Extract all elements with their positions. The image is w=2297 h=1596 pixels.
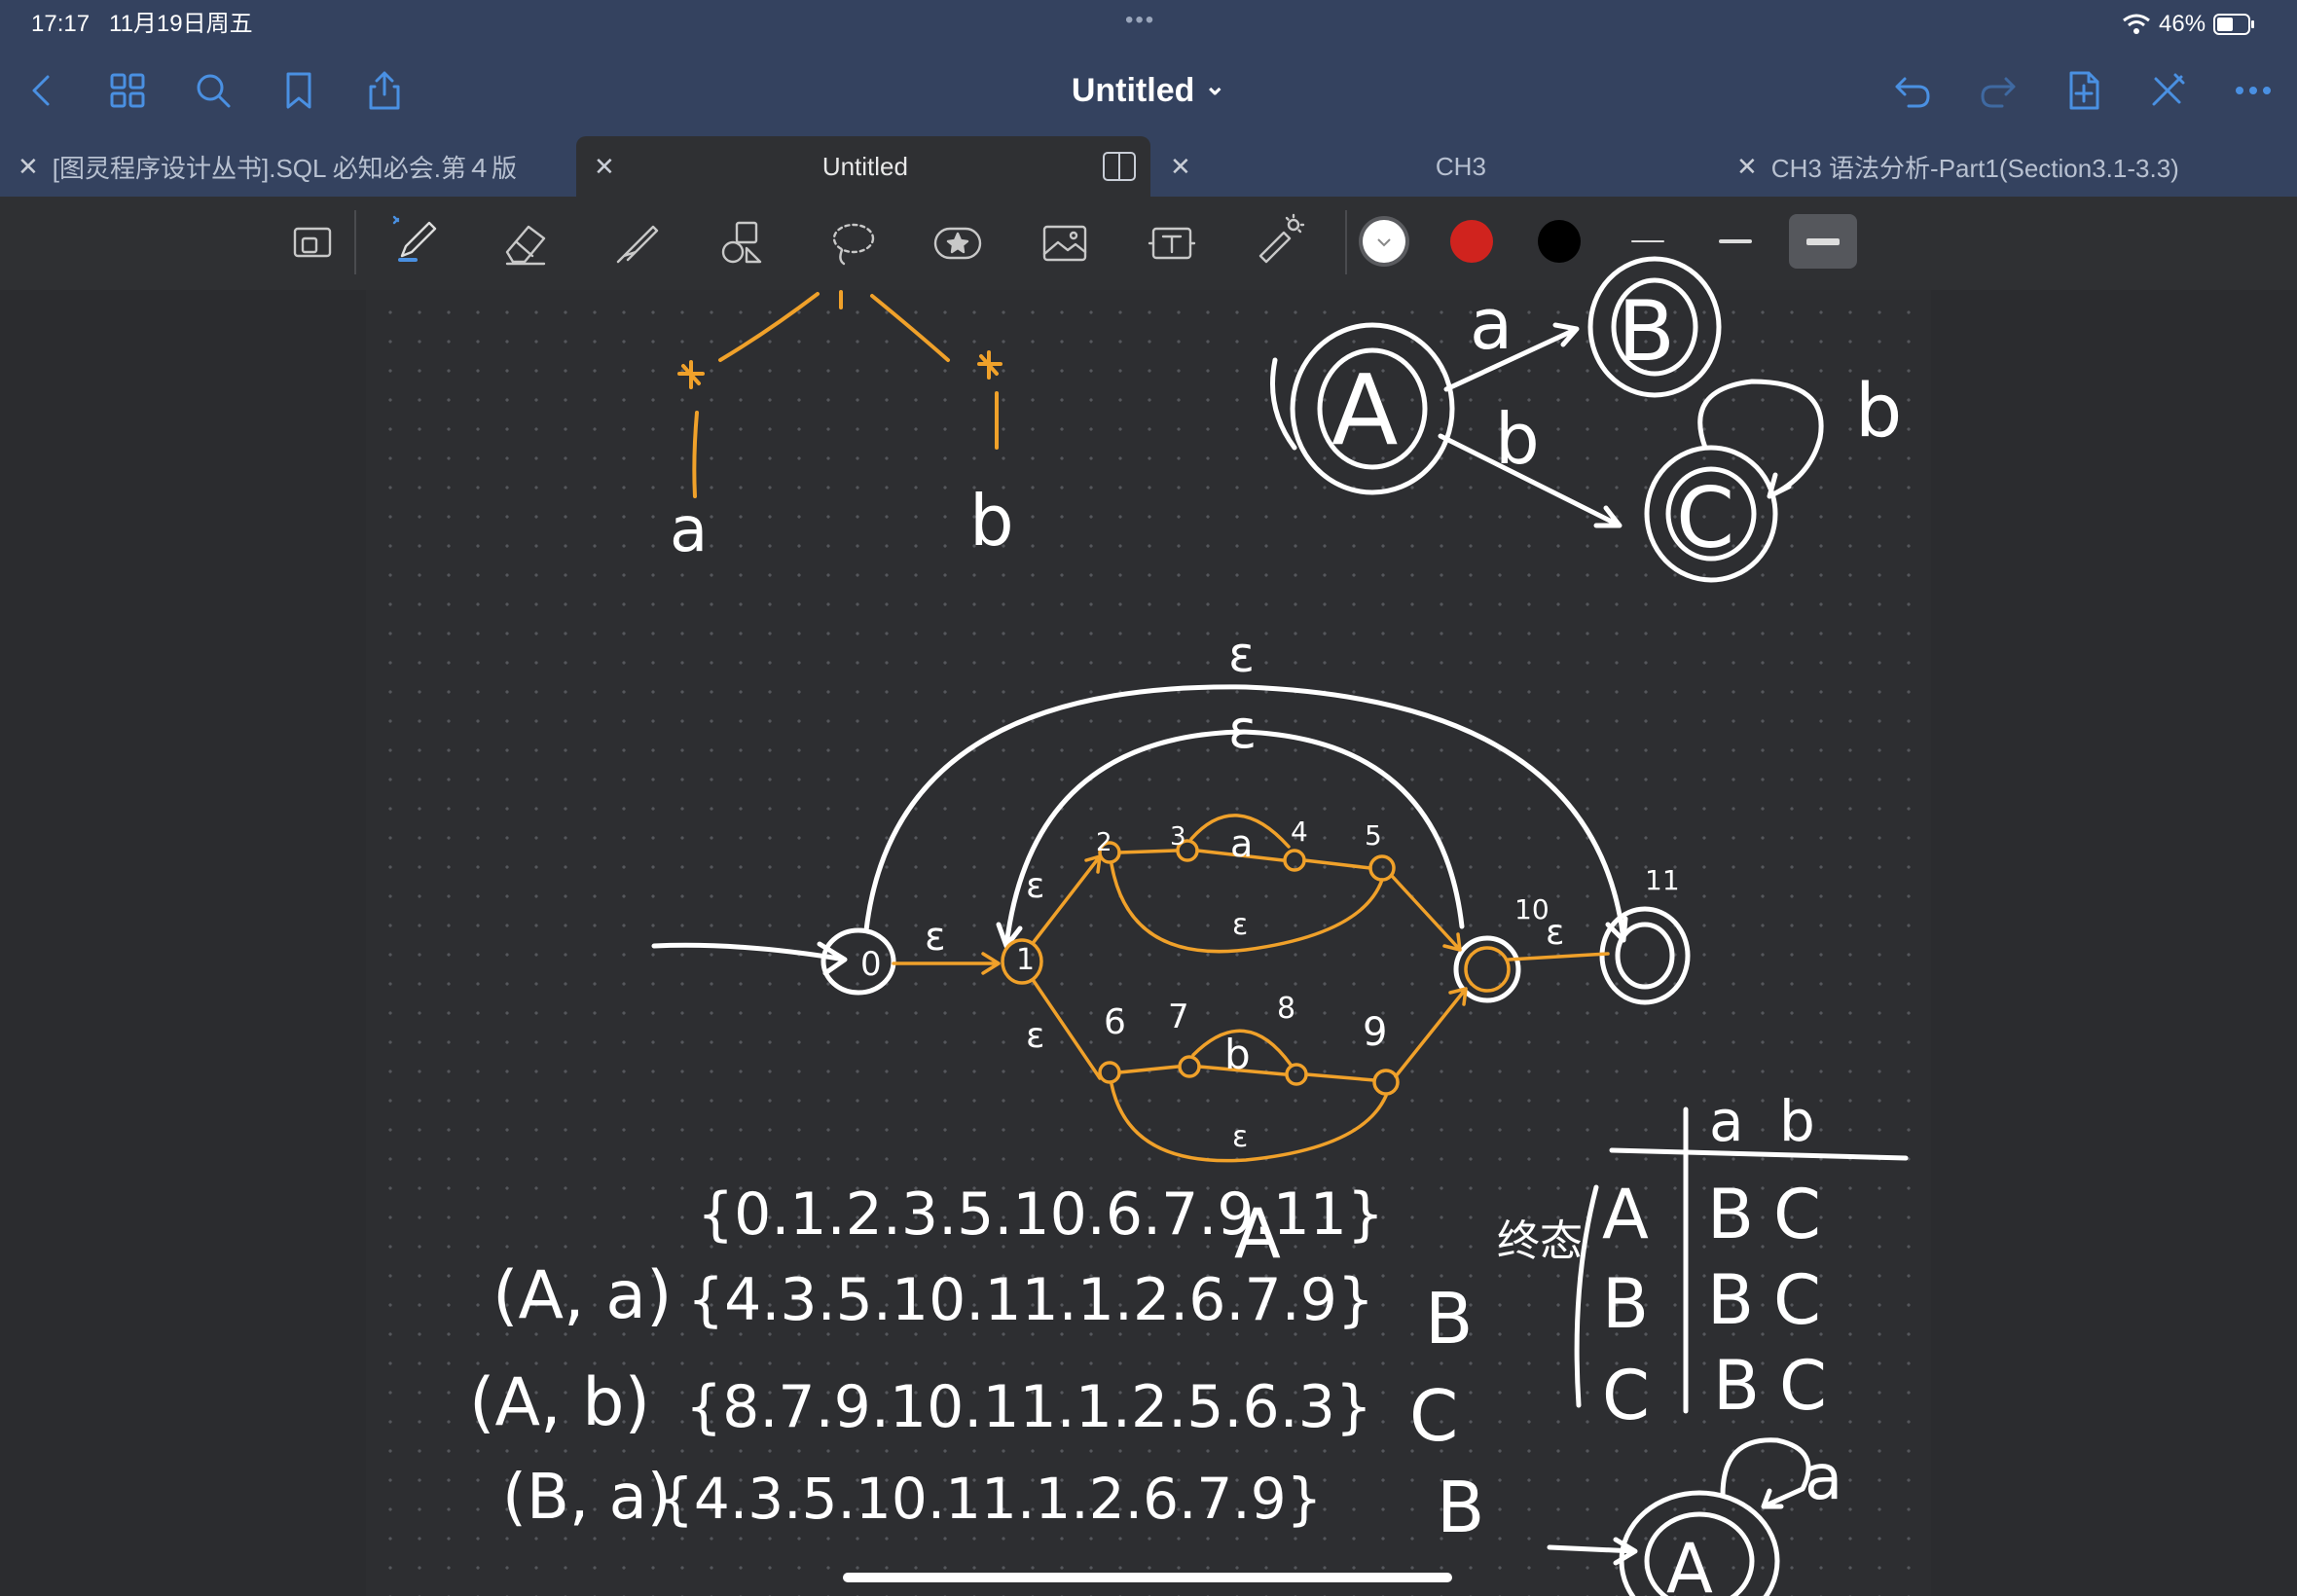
tree-leaf-b: b bbox=[969, 480, 1014, 562]
epsilon-1-6: ε bbox=[1026, 1016, 1044, 1056]
table-row-0-a: B bbox=[1707, 1175, 1754, 1254]
table-row-2-b: C bbox=[1779, 1346, 1827, 1426]
epsilon-2-5: ε bbox=[1232, 908, 1248, 942]
svg-text:7: 7 bbox=[1168, 998, 1189, 1036]
epsilon-0-1: ε bbox=[925, 915, 946, 960]
subset-construction: {0.1.2.3.5.10.6.7.9.11} A (A, a) {4.3.5.… bbox=[469, 1180, 1484, 1548]
subset-row-3-left: (B, a) bbox=[502, 1462, 672, 1534]
subset-row-0-name: A bbox=[1234, 1194, 1281, 1274]
table-header-a: a bbox=[1709, 1088, 1744, 1154]
epsilon-1-2: ε bbox=[1026, 866, 1044, 906]
table-row-0-b: C bbox=[1773, 1175, 1821, 1254]
subset-row-0-set: {0.1.2.3.5.10.6.7.9.11} bbox=[697, 1180, 1384, 1249]
svg-text:3: 3 bbox=[1170, 822, 1186, 852]
subset-row-1-set: {4.3.5.10.11.1.2.6.7.9} bbox=[687, 1266, 1374, 1334]
table-row-2-a: B bbox=[1713, 1346, 1760, 1426]
table-header-b: b bbox=[1779, 1088, 1815, 1154]
tree-leaf-a: a bbox=[670, 494, 708, 566]
nfa-symbol-a: a bbox=[1230, 822, 1253, 865]
dfa-edge-a: a bbox=[1470, 283, 1513, 365]
epsilon-outer: ε bbox=[1228, 627, 1255, 683]
handwriting-layer: a b A B C a b b ε ε ε ε ε ε ε ε a b 0 1 … bbox=[469, 256, 1909, 1596]
min-dfa-state: A bbox=[1666, 1529, 1713, 1596]
svg-text:5: 5 bbox=[1365, 819, 1382, 852]
subset-row-3-name: B bbox=[1437, 1467, 1484, 1548]
subset-row-2-name: C bbox=[1409, 1375, 1458, 1457]
subset-row-1-name: B bbox=[1425, 1278, 1473, 1360]
table-row-1-state: B bbox=[1602, 1264, 1649, 1344]
subset-row-3-set: {4.3.5.10.11.1.2.6.7.9} bbox=[658, 1466, 1323, 1532]
svg-text:0: 0 bbox=[860, 945, 882, 984]
nfa-symbol-b: b bbox=[1224, 1031, 1251, 1078]
subset-row-1-left: (A, a) bbox=[492, 1257, 672, 1334]
home-indicator[interactable] bbox=[843, 1573, 1452, 1582]
svg-text:6: 6 bbox=[1104, 1002, 1126, 1042]
table-row-1-a: B bbox=[1707, 1260, 1754, 1340]
svg-text:8: 8 bbox=[1277, 992, 1295, 1026]
dfa-edge-b: b bbox=[1495, 398, 1540, 480]
svg-text:4: 4 bbox=[1291, 816, 1308, 848]
dfa-edge-b-loop: b bbox=[1855, 367, 1902, 453]
table-row-1-b: C bbox=[1773, 1260, 1821, 1340]
svg-text:2: 2 bbox=[1096, 828, 1112, 857]
epsilon-6-9: ε bbox=[1232, 1120, 1248, 1154]
svg-text:11: 11 bbox=[1645, 864, 1680, 896]
min-dfa-loop-label: a bbox=[1805, 1442, 1842, 1514]
table-row-2-state: C bbox=[1602, 1356, 1650, 1435]
dfa-state-C: C bbox=[1676, 470, 1734, 567]
dfa-state-A: A bbox=[1331, 353, 1398, 467]
subset-row-2-set: {8.7.9.10.11.1.2.5.6.3} bbox=[685, 1373, 1372, 1441]
table-row-0-state: A bbox=[1602, 1175, 1649, 1254]
svg-text:1: 1 bbox=[1016, 943, 1035, 977]
table-side-label: 终态 bbox=[1497, 1216, 1583, 1266]
tree-sketch bbox=[677, 290, 1003, 498]
dfa-state-B: B bbox=[1618, 283, 1675, 381]
subset-row-2-left: (A, b) bbox=[469, 1364, 650, 1441]
svg-text:10: 10 bbox=[1514, 893, 1550, 925]
svg-text:9: 9 bbox=[1363, 1010, 1387, 1055]
epsilon-inner: ε bbox=[1228, 699, 1257, 760]
